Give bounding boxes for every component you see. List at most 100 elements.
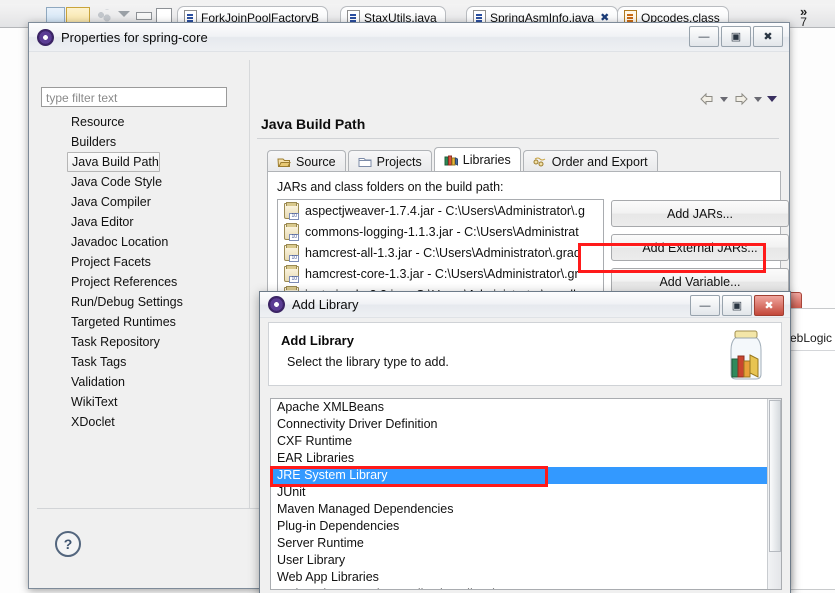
- tab-label: Source: [296, 155, 336, 169]
- properties-dialog-title: Properties for spring-core: [61, 29, 208, 45]
- back-dropdown-icon[interactable]: [720, 96, 728, 102]
- list-item[interactable]: EAR Libraries: [271, 450, 781, 467]
- tree-item-wikitext[interactable]: WikiText: [41, 392, 243, 412]
- minimize-button[interactable]: —: [689, 26, 719, 47]
- jar-icon: [284, 201, 299, 220]
- jars-label: JARs and class folders on the build path…: [277, 180, 504, 194]
- list-item[interactable]: hamcrest-all-1.3.jar - C:\Users\Administ…: [278, 242, 603, 263]
- tree-item-project-facets[interactable]: Project Facets: [41, 252, 243, 272]
- navigation-controls: [699, 92, 777, 106]
- properties-dialog-titlebar[interactable]: Properties for spring-core — ▣ ✖: [29, 23, 789, 52]
- background-view-label: ebLogic: [790, 331, 833, 345]
- add-external-jars-button[interactable]: Add External JARs...: [611, 234, 789, 261]
- list-item[interactable]: Apache XMLBeans: [271, 399, 781, 416]
- jar-label: hamcrest-all-1.3.jar - C:\Users\Administ…: [305, 245, 581, 260]
- list-item[interactable]: Server Runtime: [271, 535, 781, 552]
- maximize-button[interactable]: ▣: [722, 295, 752, 316]
- jar-with-books-icon: [730, 330, 762, 380]
- tree-item-javadoc-location[interactable]: Javadoc Location: [41, 232, 243, 252]
- add-library-heading: Add Library: [281, 333, 354, 348]
- list-item[interactable]: Web App Libraries: [271, 569, 781, 586]
- list-item[interactable]: hamcrest-core-1.3.jar - C:\Users\Adminis…: [278, 263, 603, 284]
- minimize-icon[interactable]: [136, 12, 152, 20]
- tab-label: Order and Export: [551, 155, 648, 169]
- jar-icon: [284, 222, 299, 241]
- build-path-tabs: Source Projects Libraries Order and Expo…: [267, 147, 660, 173]
- add-library-subheading: Select the library type to add.: [287, 355, 449, 369]
- tab-label: Projects: [376, 155, 422, 169]
- order-export-icon: [533, 157, 545, 167]
- tab-source[interactable]: Source: [267, 150, 346, 173]
- add-jars-button[interactable]: Add JARs...: [611, 200, 789, 227]
- jar-icon: [284, 264, 299, 283]
- scrollbar-thumb[interactable]: [769, 400, 781, 552]
- jar-label: hamcrest-core-1.3.jar - C:\Users\Adminis…: [305, 266, 579, 281]
- editor-tab-overflow[interactable]: » 7: [800, 5, 807, 29]
- tab-libraries[interactable]: Libraries: [433, 147, 521, 173]
- list-item[interactable]: User Library: [271, 552, 781, 569]
- help-question-icon[interactable]: ?: [55, 531, 81, 557]
- properties-window-buttons: — ▣ ✖: [689, 26, 783, 47]
- list-item[interactable]: Maven Managed Dependencies: [271, 501, 781, 518]
- overflow-count: 7: [800, 15, 807, 29]
- tree-item-builders[interactable]: Builders: [41, 132, 243, 152]
- library-list-scrollbar[interactable]: [767, 399, 781, 589]
- background-divider: [788, 350, 835, 351]
- forward-dropdown-icon[interactable]: [754, 96, 762, 102]
- list-item[interactable]: commons-logging-1.1.3.jar - C:\Users\Adm…: [278, 221, 603, 242]
- add-library-banner: Add Library Select the library type to a…: [268, 322, 782, 386]
- filter-input[interactable]: type filter text: [41, 87, 227, 107]
- tree-item-run-debug-settings[interactable]: Run/Debug Settings: [41, 292, 243, 312]
- tree-item-resource[interactable]: Resource: [41, 112, 243, 132]
- properties-tree: Resource Builders Java Build Path Java C…: [41, 112, 243, 532]
- maximize-icon[interactable]: [156, 8, 172, 23]
- page-title: Java Build Path: [261, 116, 366, 132]
- close-button[interactable]: ✖: [753, 26, 783, 47]
- forward-arrow-icon[interactable]: [733, 92, 749, 106]
- tab-order-and-export[interactable]: Order and Export: [522, 150, 658, 173]
- add-library-window-buttons: — ▣ ✖: [690, 295, 784, 316]
- collapse-icon[interactable]: [118, 11, 130, 18]
- list-item[interactable]: aspectjweaver-1.7.4.jar - C:\Users\Admin…: [278, 200, 603, 221]
- tree-item-task-repository[interactable]: Task Repository: [41, 332, 243, 352]
- eclipse-icon: [37, 28, 54, 46]
- list-item[interactable]: CXF Runtime: [271, 433, 781, 450]
- tree-item-targeted-runtimes[interactable]: Targeted Runtimes: [41, 312, 243, 332]
- title-divider: [257, 138, 779, 139]
- window-top-edge: [0, 0, 835, 4]
- libraries-books-icon: [444, 155, 458, 166]
- tree-item-java-editor[interactable]: Java Editor: [41, 212, 243, 232]
- jar-icon: [284, 243, 299, 262]
- team-sync-icon[interactable]: [96, 9, 113, 23]
- tree-item-validation[interactable]: Validation: [41, 372, 243, 392]
- tree-item-java-compiler[interactable]: Java Compiler: [41, 192, 243, 212]
- minimize-button[interactable]: —: [690, 295, 720, 316]
- add-library-titlebar[interactable]: Add Library — ▣ ✖: [260, 292, 790, 318]
- library-type-list[interactable]: Apache XMLBeans Connectivity Driver Defi…: [270, 398, 782, 590]
- eclipse-icon: [268, 296, 285, 313]
- add-library-dialog: Add Library — ▣ ✖ Add Library Select the…: [259, 291, 791, 593]
- projects-folder-icon: [358, 158, 372, 167]
- view-menu-icon[interactable]: [767, 96, 777, 102]
- screenshot-root: ForkJoinPoolFactoryB StaxUtils.java Spri…: [0, 0, 835, 593]
- maximize-button[interactable]: ▣: [721, 26, 751, 47]
- list-item-jre-system-library[interactable]: JRE System Library: [271, 467, 781, 484]
- panel-divider: [249, 60, 250, 548]
- list-item[interactable]: Connectivity Driver Definition: [271, 416, 781, 433]
- tree-item-project-references[interactable]: Project References: [41, 272, 243, 292]
- jar-label: commons-logging-1.1.3.jar - C:\Users\Adm…: [305, 224, 579, 239]
- tree-item-java-code-style[interactable]: Java Code Style: [41, 172, 243, 192]
- list-item[interactable]: WebLogic Enterprise Application Librarie…: [271, 586, 781, 589]
- tree-item-xdoclet[interactable]: XDoclet: [41, 412, 243, 432]
- list-item[interactable]: Plug-in Dependencies: [271, 518, 781, 535]
- tab-projects[interactable]: Projects: [347, 150, 432, 173]
- tree-item-java-build-path[interactable]: Java Build Path: [67, 152, 160, 172]
- tab-label: Libraries: [462, 153, 511, 167]
- list-item[interactable]: JUnit: [271, 484, 781, 501]
- close-button[interactable]: ✖: [754, 295, 784, 316]
- source-folder-icon: [277, 158, 291, 167]
- back-arrow-icon[interactable]: [699, 92, 715, 106]
- tree-item-java-build-path-row: Java Build Path: [41, 152, 243, 172]
- tree-item-task-tags[interactable]: Task Tags: [41, 352, 243, 372]
- add-library-dialog-title: Add Library: [292, 297, 359, 312]
